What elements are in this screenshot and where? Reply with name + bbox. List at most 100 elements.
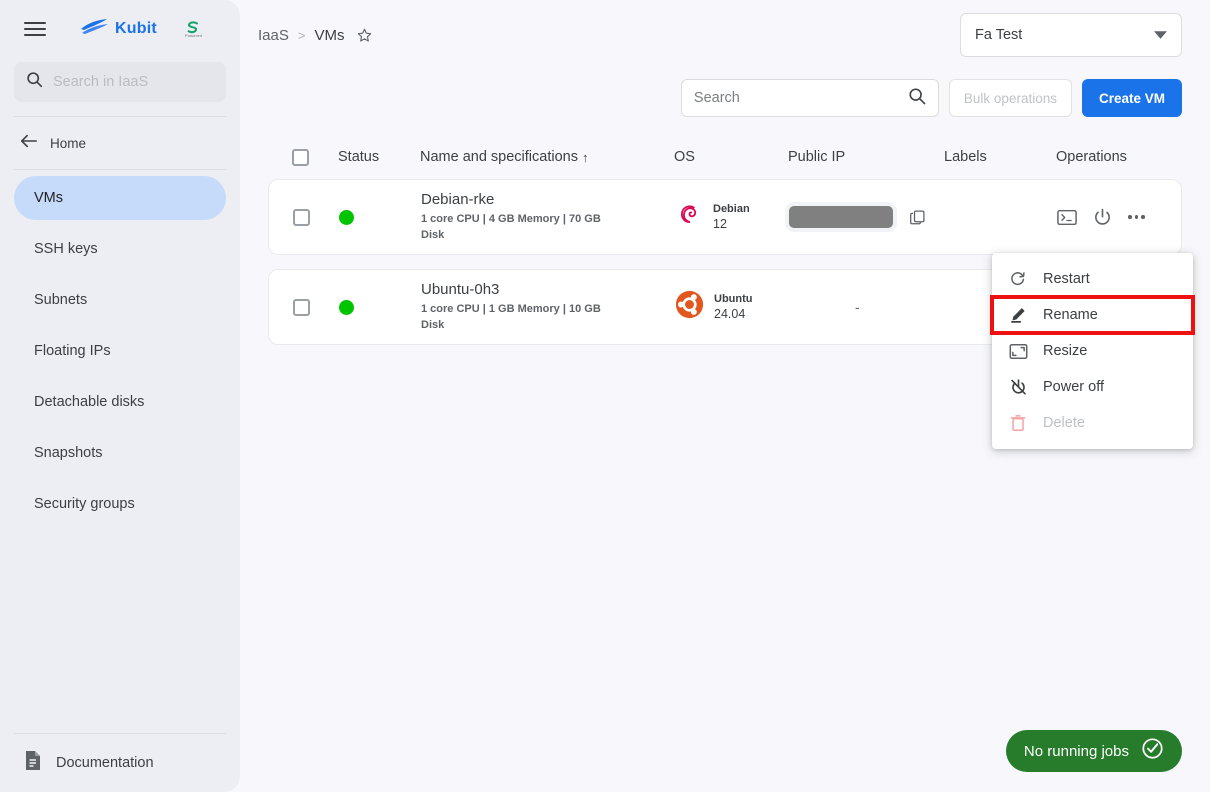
search-icon — [908, 87, 926, 110]
context-menu-label: Delete — [1043, 415, 1085, 431]
sidebar-home-label: Home — [50, 135, 87, 151]
vm-name-link[interactable]: Debian-rke — [421, 191, 494, 208]
os-name: Debian — [713, 203, 750, 215]
create-vm-label: Create VM — [1098, 90, 1165, 106]
sidebar-item-security-groups[interactable]: Security groups — [14, 482, 226, 526]
search-input[interactable]: Search — [680, 79, 939, 117]
sidebar-item-label: Security groups — [34, 496, 135, 512]
sidebar-search-placeholder: Search in IaaS — [53, 74, 149, 90]
document-icon — [24, 750, 42, 776]
breadcrumb-item-vms[interactable]: VMs — [314, 27, 344, 44]
sidebar-item-label: Detachable disks — [34, 394, 145, 410]
os-version: 12 — [713, 217, 727, 231]
resize-icon — [1008, 343, 1028, 360]
sidebar-item-documentation[interactable]: Documentation — [0, 734, 240, 792]
ubuntu-logo — [675, 290, 704, 324]
row-status-cell — [339, 209, 421, 225]
sidebar-nav: VMs SSH keys Subnets Floating IPs Detach… — [0, 176, 240, 533]
os-text: Ubuntu 24.04 — [714, 293, 752, 321]
row-public-ip-cell — [789, 206, 945, 228]
sidebar: Kubit Powered Search in IaaS Home VMs SS… — [0, 0, 240, 792]
sidebar-divider-top — [14, 116, 226, 117]
sidebar-item-ssh-keys[interactable]: SSH keys — [14, 227, 226, 271]
context-menu-item-delete: Delete — [992, 405, 1193, 441]
row-public-ip-cell: - — [789, 299, 945, 315]
sidebar-item-subnets[interactable]: Subnets — [14, 278, 226, 322]
sidebar-item-label: Subnets — [34, 292, 88, 308]
search-icon — [26, 71, 43, 93]
pencil-icon — [1008, 306, 1028, 324]
power-icon[interactable] — [1093, 208, 1112, 227]
copy-icon[interactable] — [909, 209, 926, 226]
sidebar-item-label: Floating IPs — [34, 343, 111, 359]
os-name: Ubuntu — [714, 293, 753, 305]
row-os-cell: Ubuntu 24.04 — [675, 290, 789, 324]
kubit-wave-logo — [80, 18, 110, 40]
vm-context-menu: Restart Rename Resize Power off Delete — [990, 253, 1195, 449]
sidebar-item-floating-ips[interactable]: Floating IPs — [14, 329, 226, 373]
bulk-operations-label: Bulk operations — [963, 90, 1057, 106]
sidebar-item-home[interactable]: Home — [0, 123, 240, 163]
secondary-partner-logo[interactable]: Powered — [185, 20, 202, 38]
vm-name-link[interactable]: Ubuntu-0h3 — [421, 281, 499, 298]
context-menu-item-power-off[interactable]: Power off — [992, 369, 1193, 405]
table-header-labels: Labels — [944, 149, 987, 165]
row-operations — [1057, 208, 1145, 227]
trash-icon — [1008, 414, 1028, 432]
public-ip-redacted — [789, 206, 893, 228]
sidebar-item-vms[interactable]: VMs — [14, 176, 226, 220]
status-running-indicator — [339, 299, 354, 315]
top-bar: IaaS > VMs Fa Test — [240, 0, 1210, 70]
table-header-operations: Operations — [1056, 149, 1127, 165]
table-header-name-label: Name and specifications — [420, 149, 578, 165]
create-vm-button[interactable]: Create VM — [1081, 79, 1182, 117]
application-root: Kubit Powered Search in IaaS Home VMs SS… — [0, 0, 1210, 792]
running-jobs-status[interactable]: No running jobs — [1005, 730, 1182, 772]
sidebar-item-label: VMs — [34, 190, 63, 206]
status-running-indicator — [339, 209, 354, 225]
row-name-cell: Debian-rke 1 core CPU | 4 GB Memory | 70… — [421, 191, 675, 244]
vm-specifications: 1 core CPU | 1 GB Memory | 10 GB Disk — [421, 302, 601, 331]
star-outline-icon[interactable] — [356, 27, 373, 44]
row-operations-cell — [1057, 208, 1157, 227]
table-header-name[interactable]: Name and specifications ↑ — [420, 149, 674, 165]
sort-ascending-icon: ↑ — [581, 149, 589, 165]
select-all-checkbox[interactable] — [292, 148, 309, 166]
row-checkbox[interactable] — [293, 208, 310, 226]
row-status-cell — [339, 299, 421, 315]
bulk-operations-button[interactable]: Bulk operations — [948, 79, 1072, 117]
table-row[interactable]: Debian-rke 1 core CPU | 4 GB Memory | 70… — [268, 179, 1182, 255]
more-options-icon[interactable] — [1128, 211, 1145, 223]
hamburger-icon[interactable] — [24, 17, 48, 41]
sidebar-search-input[interactable]: Search in IaaS — [14, 62, 226, 102]
os-version: 24.04 — [714, 307, 746, 321]
restart-icon — [1008, 270, 1028, 288]
project-selector-value: Fa Test — [975, 27, 1023, 43]
context-menu-item-resize[interactable]: Resize — [992, 333, 1193, 369]
sidebar-item-detachable-disks[interactable]: Detachable disks — [14, 380, 226, 424]
documentation-label: Documentation — [56, 755, 154, 771]
row-os-cell: Debian 12 — [675, 201, 789, 234]
breadcrumb: IaaS > VMs — [258, 27, 373, 44]
brand-logo[interactable]: Kubit — [80, 18, 157, 40]
sidebar-item-label: SSH keys — [34, 241, 98, 257]
context-menu-label: Power off — [1043, 379, 1104, 395]
sidebar-item-snapshots[interactable]: Snapshots — [14, 431, 226, 475]
context-menu-label: Resize — [1043, 343, 1088, 359]
table-header-status: Status — [338, 149, 380, 165]
table-header-public-ip: Public IP — [788, 149, 846, 165]
row-checkbox-cell — [293, 298, 339, 316]
sidebar-divider-home — [14, 169, 226, 170]
table-header-row: Status Name and specifications ↑ OS Publ… — [268, 135, 1182, 179]
chevron-down-icon — [1154, 26, 1167, 44]
row-checkbox[interactable] — [293, 298, 310, 316]
context-menu-item-restart[interactable]: Restart — [992, 261, 1193, 297]
console-icon[interactable] — [1057, 209, 1077, 226]
table-toolbar: Search Bulk operations Create VM — [240, 70, 1210, 126]
row-name-cell: Ubuntu-0h3 1 core CPU | 1 GB Memory | 10… — [421, 281, 675, 334]
table-header-os: OS — [674, 149, 695, 165]
context-menu-item-rename[interactable]: Rename — [990, 295, 1195, 335]
project-selector[interactable]: Fa Test — [960, 13, 1182, 57]
breadcrumb-item-iaas[interactable]: IaaS — [258, 27, 289, 44]
